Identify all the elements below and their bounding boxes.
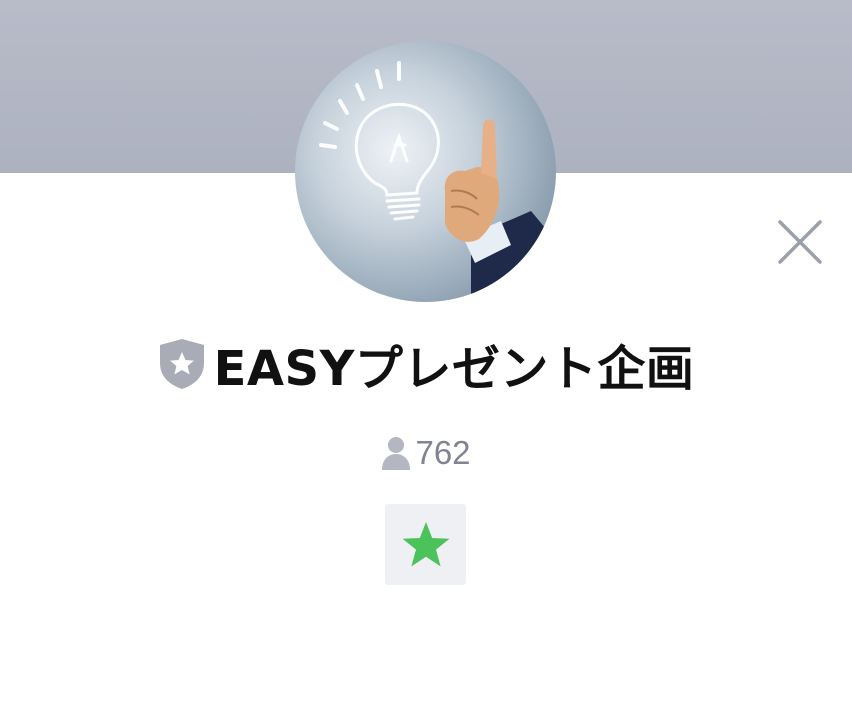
profile-name: EASYプレゼント企画 xyxy=(213,341,695,397)
close-icon xyxy=(778,220,822,264)
favorite-button[interactable] xyxy=(385,504,466,585)
lightbulb-image xyxy=(319,61,556,302)
star-icon xyxy=(402,521,449,566)
friend-count: 762 xyxy=(415,434,471,471)
close-button[interactable] xyxy=(776,218,824,266)
avatar[interactable] xyxy=(295,41,556,302)
profile-page: EASYプレゼント企画 762 xyxy=(0,0,852,716)
profile-name-row: EASYプレゼント企画 xyxy=(0,328,852,400)
friend-count-row: 762 xyxy=(0,430,852,476)
person-icon xyxy=(382,437,411,470)
certified-shield-icon xyxy=(159,339,204,389)
